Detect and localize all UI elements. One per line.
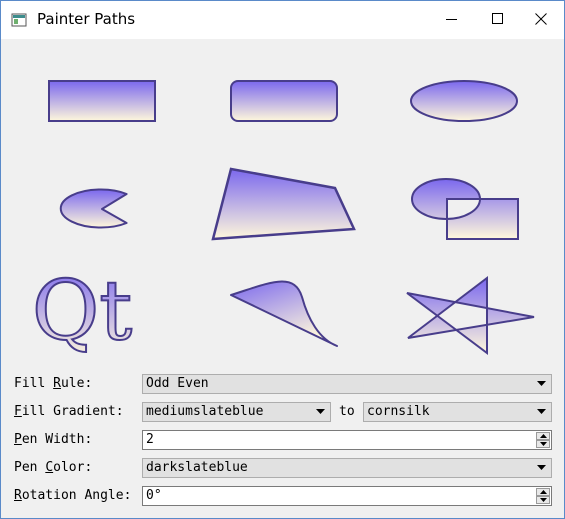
arrow-down-icon — [540, 442, 547, 446]
window-title: Painter Paths — [37, 10, 136, 28]
maximize-icon — [492, 13, 503, 24]
pen-width-spinbox[interactable]: 2 — [142, 430, 552, 450]
bezier-curve-path — [230, 280, 338, 347]
qt-app-icon — [11, 13, 27, 27]
spin-up-button[interactable] — [536, 488, 550, 496]
spin-up-button[interactable] — [536, 432, 550, 440]
gradient-end-value: cornsilk — [367, 404, 430, 419]
pen-color-combobox[interactable]: darkslateblue — [142, 458, 552, 478]
gradient-start-combobox[interactable]: mediumslateblue — [142, 402, 331, 422]
group-path — [410, 178, 519, 240]
polygon-path — [211, 167, 356, 241]
pen-width-stepper — [536, 432, 550, 448]
close-button[interactable] — [518, 1, 564, 37]
render-area: Qt — [31, 80, 535, 360]
gradient-to-label: to — [339, 404, 355, 419]
minimize-icon — [446, 19, 457, 20]
rotation-angle-spinbox[interactable]: 0° — [142, 486, 552, 506]
arrow-up-icon — [540, 490, 547, 494]
fill-rule-value: Odd Even — [146, 376, 209, 391]
dropdown-arrow-icon — [316, 409, 325, 414]
star-path — [406, 275, 535, 355]
rounded-rectangle-path — [230, 80, 338, 122]
pen-width-label: Pen Width: — [14, 432, 93, 447]
pie-path — [59, 188, 128, 229]
dropdown-arrow-icon — [537, 381, 546, 386]
pen-color-value: darkslateblue — [146, 460, 248, 475]
dropdown-arrow-icon — [537, 409, 546, 414]
gradient-end-combobox[interactable]: cornsilk — [363, 402, 552, 422]
rotation-angle-value: 0° — [146, 488, 162, 503]
close-icon — [535, 13, 547, 25]
fill-gradient-label: Fill Gradient: — [14, 404, 124, 419]
painter-paths-window: Painter Paths Qt Fill Rule: Odd Even Fil… — [0, 0, 565, 519]
minimize-button[interactable] — [429, 1, 475, 37]
spin-down-button[interactable] — [536, 496, 550, 504]
rotation-angle-label: Rotation Angle: — [14, 488, 132, 503]
fill-rule-combobox[interactable]: Odd Even — [142, 374, 552, 394]
arrow-up-icon — [540, 434, 547, 438]
arrow-down-icon — [540, 498, 547, 502]
title-bar[interactable]: Painter Paths — [1, 1, 564, 39]
qt-text-path: Qt — [31, 263, 133, 360]
maximize-button[interactable] — [475, 1, 521, 37]
gradient-start-value: mediumslateblue — [146, 404, 264, 419]
dropdown-arrow-icon — [537, 465, 546, 470]
spin-down-button[interactable] — [536, 440, 550, 448]
ellipse-path — [410, 80, 518, 122]
rectangle-path — [48, 80, 156, 122]
pen-width-value: 2 — [146, 432, 154, 447]
svg-text:Qt: Qt — [32, 264, 132, 359]
rotation-angle-stepper — [536, 488, 550, 504]
fill-rule-label: Fill Rule: — [14, 376, 93, 391]
pen-color-label: Pen Color: — [14, 460, 93, 475]
